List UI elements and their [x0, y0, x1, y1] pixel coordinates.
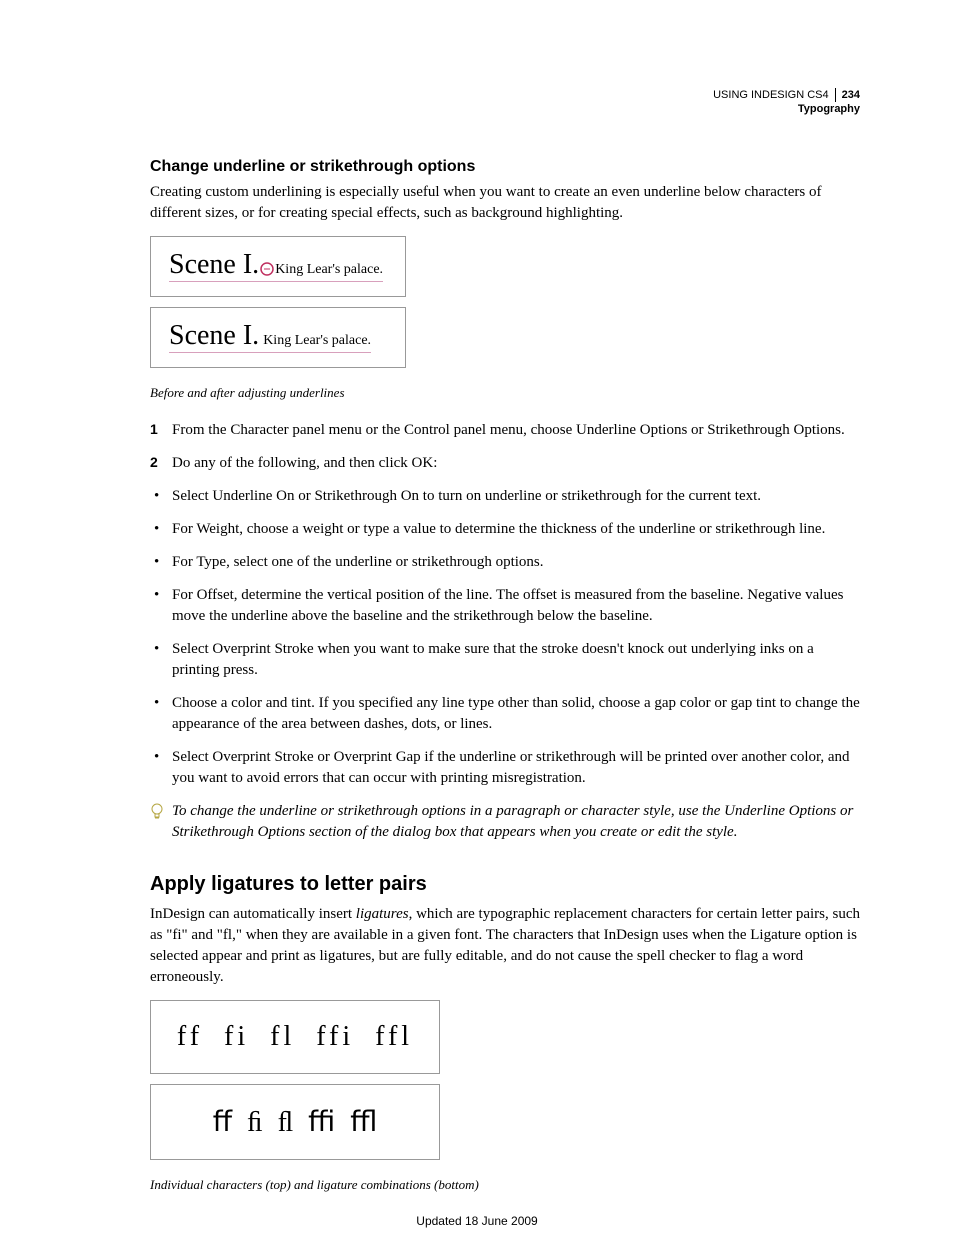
steps-list: From the Character panel menu or the Con…: [150, 420, 860, 474]
tip-text: To change the underline or strikethrough…: [172, 803, 853, 840]
ligature-text-on: ﬀ ﬁ ﬂ ﬃ ﬄ: [213, 1107, 378, 1138]
scene-text-small-before: King Lear's palace.: [275, 262, 383, 277]
figure-box-ligature-off: ff fi fl ffi ffl: [150, 1000, 440, 1074]
intro-paragraph-1: Creating custom underlining is especiall…: [150, 182, 860, 224]
heading-change-underline: Change underline or strikethrough option…: [150, 158, 860, 176]
scene-text-small-after: King Lear's palace.: [263, 333, 371, 348]
figure-box-before: Scene I. King Lear's palace.: [150, 236, 406, 297]
figure-ligatures: ff fi fl ffi ffl ﬀ ﬁ ﬂ ﬃ ﬄ: [150, 1000, 860, 1170]
bullet-item: Select Underline On or Strikethrough On …: [150, 486, 860, 507]
section-name: Typography: [713, 102, 860, 116]
bullet-item: For Weight, choose a weight or type a va…: [150, 519, 860, 540]
figure-underline: Scene I. King Lear's palace. Scene I. Kin…: [150, 236, 860, 378]
cursor-icon: [259, 261, 275, 281]
heading-ligatures: Apply ligatures to letter pairs: [150, 873, 860, 896]
bullet-item: For Type, select one of the underline or…: [150, 552, 860, 573]
step-item: From the Character panel menu or the Con…: [150, 420, 860, 441]
intro-paragraph-2: InDesign can automatically insert ligatu…: [150, 904, 860, 988]
ligature-text-off: ff fi fl ffi ffl: [177, 1021, 413, 1052]
figure-box-after: Scene I. King Lear's palace.: [150, 307, 406, 368]
bullet-item: Select Overprint Stroke or Overprint Gap…: [150, 747, 860, 789]
product-title: USING INDESIGN CS4: [713, 88, 829, 102]
bullets-list: Select Underline On or Strikethrough On …: [150, 486, 860, 789]
footer-updated: Updated 18 June 2009: [0, 1214, 954, 1228]
figure-caption-underline: Before and after adjusting underlines: [150, 384, 860, 402]
page-number: 234: [835, 88, 860, 102]
page-header: USING INDESIGN CS4 234 Typography: [713, 88, 860, 117]
scene-text-big-after: Scene I.: [169, 320, 259, 351]
figure-caption-ligatures: Individual characters (top) and ligature…: [150, 1176, 860, 1194]
figure-box-ligature-on: ﬀ ﬁ ﬂ ﬃ ﬄ: [150, 1084, 440, 1160]
lightbulb-icon: [150, 803, 164, 828]
bullet-item: Choose a color and tint. If you specifie…: [150, 693, 860, 735]
bullet-item: For Offset, determine the vertical posit…: [150, 585, 860, 627]
bullet-item: Select Overprint Stroke when you want to…: [150, 639, 860, 681]
step-item: Do any of the following, and then click …: [150, 453, 860, 474]
scene-text-big-before: Scene I.: [169, 249, 259, 280]
tip-note: To change the underline or strikethrough…: [150, 801, 860, 843]
